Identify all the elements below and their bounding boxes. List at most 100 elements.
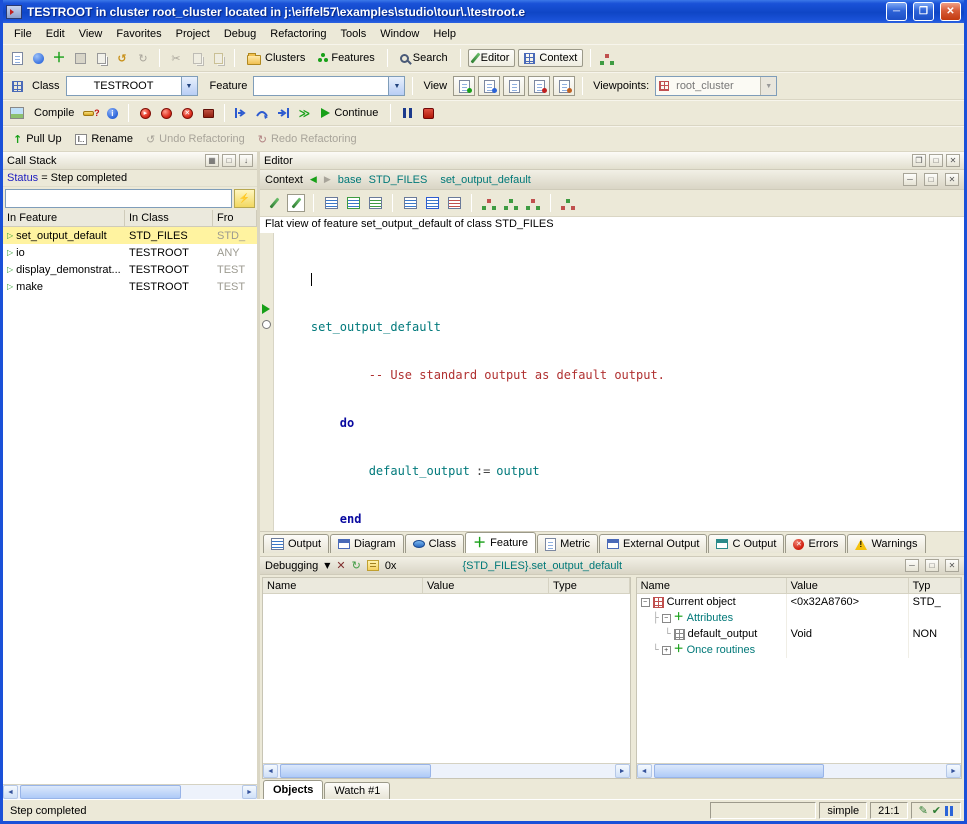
undo-icon[interactable]: ↺ (113, 49, 131, 67)
column-from[interactable]: Fro (213, 210, 257, 226)
scroll-thumb[interactable] (20, 785, 181, 799)
tab-output[interactable]: Output (263, 534, 329, 553)
minimize-panel-icon[interactable]: ─ (903, 173, 917, 186)
scroll-track[interactable] (18, 785, 242, 799)
save-call-stack-icon[interactable]: ▦ (205, 154, 219, 167)
scroll-track[interactable] (278, 764, 615, 778)
edit-class-icon[interactable] (287, 194, 305, 212)
tab-class[interactable]: Class (405, 534, 465, 553)
scroll-left-icon[interactable]: ◄ (3, 785, 18, 799)
class-relations-icon[interactable] (559, 194, 577, 212)
minimize-panel-icon[interactable]: ─ (905, 559, 919, 572)
save-all-icon[interactable] (92, 49, 110, 67)
scroll-thumb[interactable] (280, 764, 431, 778)
maximize-panel-icon[interactable]: □ (925, 559, 939, 572)
tab-metric[interactable]: Metric (537, 534, 598, 553)
undo-refactoring-button[interactable]: ↺ Undo Refactoring (141, 131, 250, 148)
compile-button[interactable]: Compile (29, 105, 79, 121)
column-name[interactable]: Name (637, 578, 787, 593)
copy-icon[interactable] (188, 49, 206, 67)
add-item-icon[interactable]: ＋ (50, 49, 68, 67)
menu-tools[interactable]: Tools (334, 26, 374, 42)
paste-icon[interactable] (209, 49, 227, 67)
column-type[interactable]: Typ (909, 578, 961, 593)
step-into-icon[interactable] (232, 104, 250, 122)
maximize-button[interactable]: ❐ (913, 2, 934, 21)
context-toggle-button[interactable]: Context (518, 49, 583, 67)
clusters-button[interactable]: Clusters (242, 50, 310, 67)
view-flat-contract-button[interactable] (553, 76, 575, 96)
view-flat-button[interactable] (478, 76, 500, 96)
pull-up-button[interactable]: ↑ Pull Up (8, 131, 67, 148)
maximize-panel-icon[interactable]: □ (929, 154, 943, 167)
redo-icon[interactable]: ↻ (134, 49, 152, 67)
expand-icon[interactable]: + (662, 646, 671, 655)
close-panel-icon[interactable]: ✕ (945, 173, 959, 186)
breadcrumb-view[interactable]: base (338, 174, 362, 186)
debug-ignore-breakpoints-icon[interactable]: ✕ (178, 104, 196, 122)
close-panel-icon[interactable]: ✕ (946, 154, 960, 167)
tree-row[interactable]: ├ − ＋ Attributes (637, 610, 961, 626)
scroll-thumb[interactable] (654, 764, 825, 778)
stop-icon[interactable] (419, 104, 437, 122)
callers-icon[interactable] (445, 194, 463, 212)
debug-run-breakpoints-icon[interactable] (157, 104, 175, 122)
flat-view-icon[interactable] (423, 194, 441, 212)
search-button[interactable]: Search (395, 50, 453, 66)
tree-row[interactable]: − Current object <0x32A8760> STD_ (637, 594, 961, 610)
column-name[interactable]: Name (263, 578, 423, 593)
precompile-key-icon[interactable]: ? (82, 104, 100, 122)
step-over-icon[interactable] (253, 104, 271, 122)
run-to-cursor-icon[interactable]: ≫ (295, 104, 313, 122)
info-icon[interactable]: i (103, 104, 121, 122)
maximize-panel-icon[interactable]: □ (924, 173, 938, 186)
objects-hscrollbar[interactable]: ◄ ► (637, 763, 961, 778)
debug-stop-points-icon[interactable] (199, 104, 217, 122)
watch-hscrollbar[interactable]: ◄ ► (263, 763, 630, 778)
save-icon[interactable] (71, 49, 89, 67)
viewpoints-combobox[interactable]: root_cluster ▼ (655, 76, 777, 96)
diagram-tool-icon[interactable] (598, 49, 616, 67)
tab-warnings[interactable]: Warnings (847, 534, 925, 553)
menu-debug[interactable]: Debug (217, 26, 263, 42)
feature-combobox[interactable]: ▼ (253, 76, 405, 96)
code-area[interactable]: set_output_default -- Use standard outpu… (260, 233, 964, 531)
new-window-icon[interactable] (8, 49, 26, 67)
continue-button[interactable]: Continue (316, 105, 383, 121)
tab-objects[interactable]: Objects (263, 780, 323, 799)
table-row[interactable]: ▷make TESTROOT TEST (3, 278, 257, 295)
suppliers-icon[interactable] (401, 194, 419, 212)
close-button[interactable]: ✕ (940, 2, 961, 21)
tree-row[interactable]: └ + ＋ Once routines (637, 642, 961, 658)
view-contract-button[interactable] (503, 76, 525, 96)
column-value[interactable]: Value (787, 578, 909, 593)
watch-rows[interactable] (263, 594, 630, 763)
hex-toggle-button[interactable]: 0x (385, 560, 397, 572)
descendants-icon[interactable] (344, 194, 362, 212)
chevron-down-icon[interactable]: ▼ (324, 561, 330, 570)
menu-edit[interactable]: Edit (39, 26, 72, 42)
tab-external-output[interactable]: External Output (599, 534, 707, 553)
menu-window[interactable]: Window (373, 26, 426, 42)
table-row[interactable]: ▷io TESTROOT ANY (3, 244, 257, 261)
history-forward-icon[interactable]: ▶ (324, 174, 331, 185)
tab-errors[interactable]: ✕Errors (785, 534, 846, 553)
column-value[interactable]: Value (423, 578, 549, 593)
float-panel-icon[interactable]: □ (222, 154, 236, 167)
column-in-class[interactable]: In Class (125, 210, 213, 226)
scroll-right-icon[interactable]: ► (242, 785, 257, 799)
scroll-right-icon[interactable]: ► (615, 764, 630, 778)
pause-icon[interactable] (398, 104, 416, 122)
features-button[interactable]: Features (313, 50, 379, 66)
table-row[interactable]: ▷display_demonstrat... TESTROOT TEST (3, 261, 257, 278)
notes-icon[interactable] (367, 560, 379, 571)
cut-icon[interactable]: ✂ (167, 49, 185, 67)
menu-refactoring[interactable]: Refactoring (263, 26, 333, 42)
picture-icon[interactable] (8, 104, 26, 122)
clients-icon[interactable] (366, 194, 384, 212)
view-interface-button[interactable] (528, 76, 550, 96)
call-stack-hscrollbar[interactable]: ◄ ► (3, 784, 257, 799)
close-panel-icon[interactable]: ✕ (945, 559, 959, 572)
redo-refactoring-button[interactable]: ↻ Redo Refactoring (253, 131, 362, 148)
stack-options-button[interactable]: ⚡ (234, 189, 255, 208)
